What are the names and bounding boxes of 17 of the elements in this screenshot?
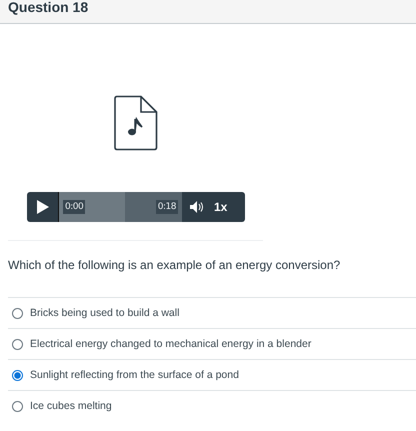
radio-button[interactable] [12, 400, 23, 412]
volume-icon [190, 201, 204, 213]
radio-button[interactable] [12, 308, 23, 318]
answer-option[interactable]: Bricks being used to build a wall [30, 307, 180, 319]
duration-time: 0:18 [156, 200, 178, 214]
answer-option[interactable]: Sunlight reflecting from the surface of a pond [30, 369, 239, 381]
question-text: Which of the following is an example of an energy conversion? [8, 258, 342, 272]
speed-button[interactable]: 1x [212, 200, 228, 214]
answer-option[interactable]: Ice cubes melting [30, 400, 112, 412]
radio-button[interactable] [12, 338, 23, 350]
progress-track[interactable]: 0:00 0:18 [59, 192, 182, 222]
audio-file-icon [114, 95, 158, 151]
current-time: 0:00 [63, 200, 86, 214]
question-title: Question 18 [8, 0, 88, 16]
radio-button[interactable] [12, 370, 23, 380]
answer-option[interactable]: Electrical energy changed to mechanical energy in a blender [30, 338, 312, 350]
play-icon [36, 200, 48, 214]
